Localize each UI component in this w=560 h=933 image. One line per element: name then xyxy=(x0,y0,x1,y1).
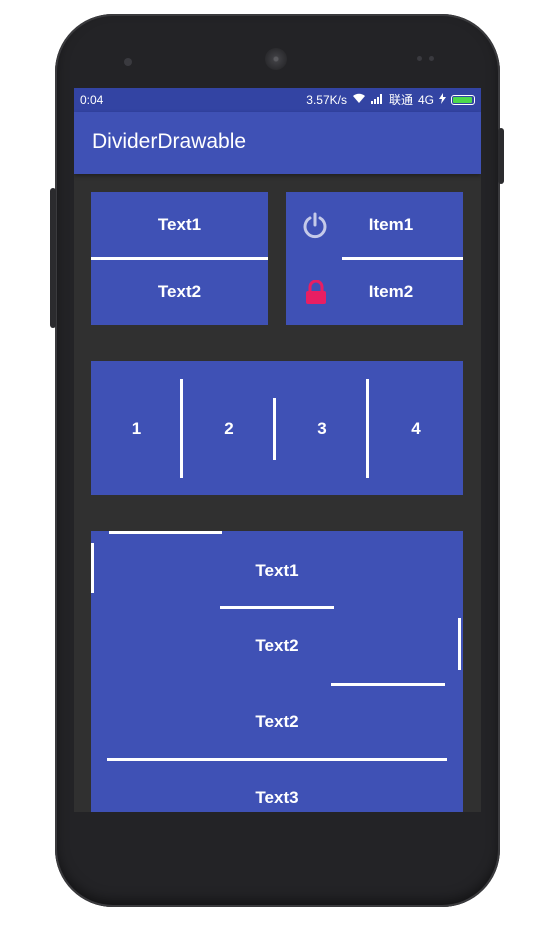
card-number-row: 1 2 3 4 xyxy=(91,361,463,495)
network-type: 4G xyxy=(417,93,434,107)
row-item-1[interactable]: 1 xyxy=(91,419,182,439)
list-item-text1[interactable]: Text1 xyxy=(91,215,268,235)
row-item-3[interactable]: 3 xyxy=(276,419,368,439)
power-icon xyxy=(302,212,328,244)
sensor-dot xyxy=(417,56,422,61)
card-mixed-dividers: Text1 Text2 Text2 Text3 xyxy=(91,531,463,812)
horizontal-divider xyxy=(331,683,445,686)
app-title: DividerDrawable xyxy=(92,130,247,153)
list-item-text1[interactable]: Text1 xyxy=(91,561,463,581)
wifi-icon xyxy=(352,88,366,112)
horizontal-divider-full xyxy=(107,758,447,761)
front-camera xyxy=(124,58,132,66)
app-bar: DividerDrawable xyxy=(74,112,481,174)
horizontal-divider xyxy=(91,257,268,260)
horizontal-divider xyxy=(220,606,334,609)
horizontal-divider-inset xyxy=(342,257,463,260)
vertical-divider xyxy=(458,618,461,670)
charging-icon xyxy=(439,88,446,112)
network-speed: 3.57K/s xyxy=(306,93,347,107)
status-bar: 0:04 3.57K/s 联通 4G xyxy=(74,88,481,112)
list-item-text2[interactable]: Text2 xyxy=(91,282,268,302)
volume-button xyxy=(50,188,56,328)
list-item-text3[interactable]: Text3 xyxy=(91,788,463,808)
status-indicators: 3.57K/s 联通 4G xyxy=(306,88,475,112)
sensor-dot xyxy=(429,56,434,61)
list-item-item1[interactable]: Item1 xyxy=(348,215,434,235)
status-time: 0:04 xyxy=(80,93,104,107)
card-icon-list: Item1 Item2 xyxy=(286,192,463,325)
list-item-text2-repeat[interactable]: Text2 xyxy=(91,712,463,732)
list-item-text2[interactable]: Text2 xyxy=(91,636,463,656)
lock-icon xyxy=(305,279,327,310)
carrier-name: 联通 xyxy=(388,93,413,107)
horizontal-divider xyxy=(109,531,222,534)
list-item-item2[interactable]: Item2 xyxy=(348,282,434,302)
screen: 0:04 3.57K/s 联通 4G DividerDrawable Text1… xyxy=(74,88,481,812)
battery-icon xyxy=(451,95,475,105)
row-item-2[interactable]: 2 xyxy=(183,419,275,439)
power-button xyxy=(498,128,504,184)
signal-icon xyxy=(370,88,384,112)
card-text-list: Text1 Text2 xyxy=(91,192,268,325)
battery-fill xyxy=(453,97,472,103)
row-item-4[interactable]: 4 xyxy=(369,419,463,439)
earpiece-speaker xyxy=(265,48,287,70)
